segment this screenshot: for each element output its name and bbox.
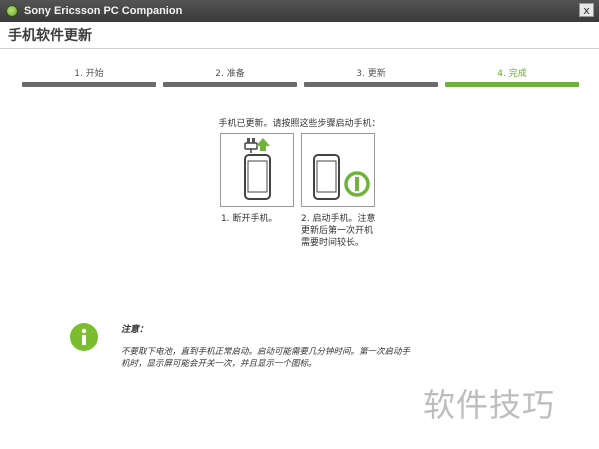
step-label: 1. 开始 [74,69,104,79]
step-prepare: 2. 准备 [163,66,297,92]
step-label: 3. 更新 [356,69,386,79]
step-update: 3. 更新 [304,66,438,92]
page-title: 手机软件更新 [8,28,92,44]
page-header: 手机软件更新 [0,22,599,49]
note-text: 不要取下电池，直到手机正常启动。启动可能需要几分钟时间。第一次启动手机时，显示屏… [121,347,411,369]
step-caption-2: 2. 启动手机。注意更新后第一次开机需要时间较长。 [301,214,376,248]
step-card-power-on [301,133,375,207]
step-bar [304,82,438,87]
step-bar [22,82,156,87]
app-title: Sony Ericsson PC Companion [24,5,183,17]
step-bar [445,82,579,87]
step-card-disconnect [220,133,294,207]
phone-unplug-icon [244,138,271,200]
step-label: 4. 完成 [497,69,527,79]
step-label: 2. 准备 [215,69,245,79]
close-button[interactable]: x [579,3,594,17]
step-bar [163,82,297,87]
step-progress: 1. 开始 2. 准备 3. 更新 4. 完成 [22,66,580,92]
step-start: 1. 开始 [22,66,156,92]
info-icon [70,323,98,351]
instruction-text: 手机已更新。请按照这些步骤启动手机： [218,119,381,129]
watermark: 软件技巧 [423,386,556,424]
step-complete: 4. 完成 [445,66,579,92]
sony-ericsson-logo-icon [6,5,18,17]
step-caption-1: 1. 断开手机。 [221,214,278,224]
phone-power-on-icon [313,154,370,200]
title-bar: Sony Ericsson PC Companion x [0,0,599,22]
note-title: 注意： [121,325,149,335]
